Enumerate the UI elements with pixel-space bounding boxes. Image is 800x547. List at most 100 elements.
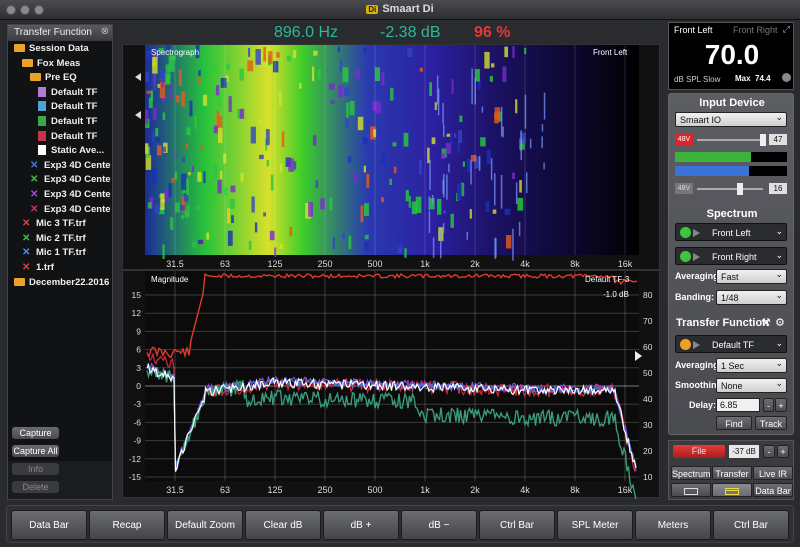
delay-input[interactable]: 6.85	[716, 398, 760, 412]
transfer-channel[interactable]: Default TF ⌄	[675, 335, 787, 353]
spectrogram-cell	[268, 51, 273, 64]
gain-slider-1-knob[interactable]	[759, 134, 766, 146]
tree-item[interactable]: ✕ Mic 1 TF.trf	[22, 247, 114, 261]
tree-item[interactable]: ✕ 1.trf	[22, 262, 114, 276]
meter-left-label[interactable]: Front Left	[674, 25, 713, 35]
channel-on-icon[interactable]	[680, 227, 691, 238]
spectrogram-cell	[161, 199, 165, 203]
range-handle-icon[interactable]	[135, 73, 141, 119]
spectrogram-cell	[442, 179, 444, 194]
spectrum-view-button[interactable]: Spectrum	[671, 466, 711, 480]
transfer-view-button[interactable]: Transfer	[712, 466, 752, 480]
trace-visibility-icon[interactable]: ✕	[30, 160, 40, 171]
trace-visibility-icon[interactable]: ✕	[22, 247, 32, 258]
generator-minus-button[interactable]: -	[763, 445, 775, 458]
spectrograph-plot[interactable]: 31.5 63 125 250 500 1k 2k 4k 8k 16k Spectrograph …	[122, 44, 660, 270]
close-icon[interactable]: ⊗	[101, 26, 109, 37]
spectrum-channel-front-right[interactable]: Front Right ⌄	[675, 247, 787, 265]
expand-icon[interactable]: ⤢	[783, 24, 790, 35]
frequency-tick-label: 4k	[520, 259, 530, 269]
tools-icon[interactable]: ⚒	[761, 316, 771, 329]
data-bar-view-button[interactable]: Data Bar	[753, 483, 793, 497]
info-button[interactable]: Info	[12, 463, 59, 475]
db-minus-button[interactable]: dB −	[401, 510, 477, 540]
single-pane-layout-button[interactable]	[671, 483, 711, 497]
banding-select[interactable]: 1/48	[716, 290, 787, 305]
play-icon[interactable]	[693, 229, 700, 237]
tree-item[interactable]: Default TF	[38, 101, 114, 115]
spectrum-averaging-select[interactable]: Fast	[716, 269, 787, 284]
tree-item[interactable]: ✕ Mic 3 TF.trf	[22, 218, 114, 232]
db-plus-button[interactable]: dB +	[323, 510, 399, 540]
trace-visibility-icon[interactable]: ✕	[30, 189, 40, 200]
spl-meter-button[interactable]: SPL Meter	[557, 510, 633, 540]
tree-item[interactable]: Default TF	[38, 116, 114, 130]
tree-item[interactable]: ✕ Exp3 4D Cente	[30, 204, 114, 218]
tree-item[interactable]: Default TF	[38, 86, 114, 101]
trace-visibility-icon[interactable]: ✕	[30, 174, 40, 185]
spectrogram-cell	[363, 203, 369, 216]
db-tick-label: -3	[133, 399, 141, 409]
meter-right-label[interactable]: Front Right	[733, 25, 778, 35]
tree-item[interactable]: December22.2016	[14, 277, 114, 291]
live-ir-view-button[interactable]: Live IR	[753, 466, 793, 480]
phantom-power-badge-2[interactable]: 48V	[675, 183, 693, 194]
tree-item[interactable]: Pre EQ	[30, 72, 114, 86]
gain-slider-2-knob[interactable]	[736, 183, 743, 195]
play-icon[interactable]	[693, 341, 700, 349]
find-delay-button[interactable]: Find	[716, 416, 752, 430]
data-bar-button[interactable]: Data Bar	[11, 510, 87, 540]
chevron-down-icon[interactable]: ⌄	[775, 338, 783, 349]
meters-button[interactable]: Meters	[635, 510, 711, 540]
tree-item[interactable]: ✕ Exp3 4D Cente	[30, 189, 114, 203]
gain-slider-2[interactable]	[697, 188, 763, 190]
play-icon[interactable]	[693, 253, 700, 261]
tree-item[interactable]: Static Ave...	[38, 145, 114, 159]
trace-visibility-icon[interactable]: ✕	[22, 233, 32, 244]
active-trace-label[interactable]: Default TF-3	[585, 275, 629, 284]
capture-all-button[interactable]: Capture All	[12, 445, 59, 457]
delay-plus-button[interactable]: +	[775, 398, 787, 412]
default-zoom-button[interactable]: Default Zoom	[167, 510, 243, 540]
channel-on-icon[interactable]	[680, 251, 691, 262]
trace-file-icon	[38, 130, 46, 141]
gain-slider-1[interactable]	[697, 139, 763, 141]
delete-button[interactable]: Delete	[12, 481, 59, 493]
magnitude-plot[interactable]: 15 12 9 6 3 0 -3 -6 -9 -12 -15 80 70 60 50 40 30 20 10 31…	[122, 270, 660, 500]
tree-item[interactable]: ✕ Exp3 4D Cente	[30, 174, 114, 188]
delay-minus-button[interactable]: -	[763, 398, 774, 412]
recap-button[interactable]: Recap	[89, 510, 165, 540]
generator-level[interactable]: -37 dB	[729, 445, 759, 458]
ctrl-bar-button[interactable]: Ctrl Bar	[479, 510, 555, 540]
tree-item[interactable]: Fox Meas	[22, 58, 114, 72]
tree-item[interactable]: ✕ Mic 2 TF.trf	[22, 233, 114, 247]
trace-visibility-icon[interactable]: ✕	[22, 262, 32, 273]
input-device-select[interactable]: Smaart IO	[675, 112, 787, 127]
spectrum-channel-front-left[interactable]: Front Left ⌄	[675, 223, 787, 241]
meter-mode[interactable]: dB SPL Slow	[674, 75, 720, 84]
chevron-down-icon[interactable]: ⌄	[775, 250, 783, 261]
chevron-down-icon[interactable]: ⌄	[775, 226, 783, 237]
trace-visibility-icon[interactable]: ✕	[22, 218, 32, 229]
phantom-power-badge[interactable]: 48V	[675, 134, 693, 145]
spectrograph-channel[interactable]: Front Left	[593, 48, 627, 57]
tree-item[interactable]: Default TF	[38, 130, 114, 145]
gain-1-value[interactable]: 47	[769, 134, 787, 145]
generator-plus-button[interactable]: +	[777, 445, 789, 458]
clear-db-button[interactable]: Clear dB	[245, 510, 321, 540]
capture-button[interactable]: Capture	[12, 427, 59, 439]
trace-visibility-icon[interactable]: ✕	[30, 204, 40, 215]
generator-button[interactable]: File	[673, 445, 725, 458]
reset-max-icon[interactable]	[782, 73, 791, 82]
channel-on-icon[interactable]	[680, 339, 691, 350]
gear-icon[interactable]: ⚙	[775, 316, 785, 329]
tree-item[interactable]: Session Data	[14, 43, 114, 57]
spl-meter[interactable]: Front Left Front Right ⤢ 70.0 dB SPL Slo…	[668, 22, 794, 90]
track-delay-button[interactable]: Track	[755, 416, 787, 430]
smoothing-select[interactable]: None	[716, 378, 787, 393]
tree-item[interactable]: ✕ Exp3 4D Cente	[30, 160, 114, 174]
tf-averaging-select[interactable]: 1 Sec	[716, 358, 787, 373]
ctrl-bar-button-2[interactable]: Ctrl Bar	[713, 510, 789, 540]
gain-2-value[interactable]: 16	[769, 183, 787, 194]
split-pane-layout-button[interactable]	[712, 483, 752, 497]
